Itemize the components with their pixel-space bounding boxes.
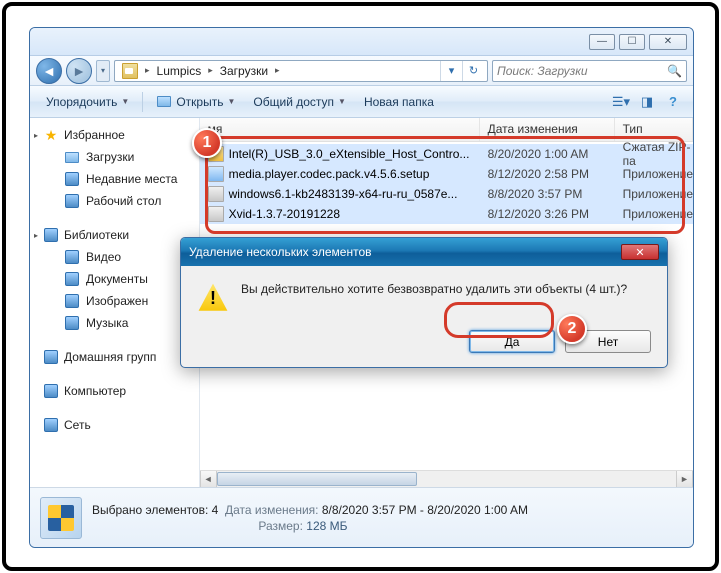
help-button[interactable]: ? [661,91,685,113]
dialog-title: Удаление нескольких элементов [189,245,372,259]
sidebar-libraries[interactable]: ▸Библиотеки [30,224,199,246]
file-row[interactable]: windows6.1-kb2483139-x64-ru-ru_0587e... 8… [200,184,693,204]
size-label: Размер: [258,519,303,533]
file-name: media.player.codec.pack.v4.5.6.setup [229,167,430,181]
file-date: 8/8/2020 3:57 PM [480,187,615,201]
breadcrumb-seg-1[interactable]: Lumpics [153,61,206,81]
details-pane: Выбрано элементов: 4 Дата изменения: 8/8… [30,487,693,547]
folder-icon [156,94,172,110]
open-button[interactable]: Открыть ▼ [148,91,243,113]
navigation-bar: ◄ ► ▾ ▸ Lumpics ▸ Загрузки ▸ ▾ ↻ Поиск: … [30,56,693,86]
sidebar-item-documents[interactable]: Документы [30,268,199,290]
file-row[interactable]: media.player.codec.pack.v4.5.6.setup 8/12… [200,164,693,184]
dialog-close-button[interactable]: ✕ [621,244,659,260]
sidebar-item-desktop[interactable]: Рабочий стол [30,190,199,212]
sidebar-favorites[interactable]: ▸★Избранное [30,124,199,146]
view-options-button[interactable]: ☰▾ [609,91,633,113]
file-date: 8/20/2020 1:00 AM [480,147,615,161]
scroll-right-button[interactable]: ► [676,471,693,487]
sidebar-computer[interactable]: ▸Компьютер [30,380,199,402]
file-name: Xvid-1.3.7-20191228 [229,207,340,221]
sidebar-item-videos[interactable]: Видео [30,246,199,268]
column-header-date[interactable]: Дата изменения [480,118,615,141]
dialog-titlebar[interactable]: Удаление нескольких элементов ✕ [181,238,667,266]
organize-button[interactable]: Упорядочить ▼ [38,92,137,112]
warning-icon [197,282,229,314]
window-close-button[interactable]: ✕ [649,34,687,50]
size-value: 128 МБ [306,519,347,533]
share-button[interactable]: Общий доступ ▼ [245,92,354,112]
maximize-button[interactable]: ☐ [619,34,645,50]
file-icon [208,186,224,202]
chevron-down-icon: ▼ [227,97,235,106]
folder-icon [122,63,138,79]
back-button[interactable]: ◄ [36,58,62,84]
search-placeholder: Поиск: Загрузки [497,64,588,78]
star-icon: ★ [43,127,59,143]
dialog-message: Вы действительно хотите безвозвратно уда… [241,282,627,296]
sidebar-item-downloads[interactable]: Загрузки [30,146,199,168]
sidebar-item-music[interactable]: Музыка [30,312,199,334]
file-date: 8/12/2020 3:26 PM [480,207,615,221]
column-header-type[interactable]: Тип [615,118,693,141]
forward-button[interactable]: ► [66,58,92,84]
yes-button[interactable]: Да [469,330,555,353]
date-modified-label: Дата изменения: [225,503,319,517]
sidebar-network[interactable]: ▸Сеть [30,414,199,436]
column-header-name[interactable]: мя [200,118,480,141]
file-type: Сжатая ZIP-па [615,140,693,168]
selected-count: Выбрано элементов: 4 [92,503,218,517]
scroll-left-button[interactable]: ◄ [200,471,217,487]
file-type: Приложение [615,187,693,201]
breadcrumb-seg-2[interactable]: Загрузки [216,61,272,81]
file-name: Intel(R)_USB_3.0_eXtensible_Host_Contro.… [229,147,470,161]
annotation-badge-1: 1 [192,128,222,158]
search-input[interactable]: Поиск: Загрузки 🔍 [492,60,687,82]
chevron-down-icon: ▼ [121,97,129,106]
refresh-button[interactable]: ↻ [462,61,484,81]
column-header-row: мя Дата изменения Тип [200,118,693,142]
chevron-right-icon[interactable]: ▸ [142,65,153,76]
preview-pane-button[interactable]: ◨ [635,91,659,113]
history-dropdown[interactable]: ▾ [96,60,110,82]
command-toolbar: Упорядочить ▼ Открыть ▼ Общий доступ ▼ Н… [30,86,693,118]
scroll-thumb[interactable] [217,472,417,486]
file-row[interactable]: Intel(R)_USB_3.0_eXtensible_Host_Contro.… [200,144,693,164]
file-icon [208,166,224,182]
file-icon [208,206,224,222]
sidebar-item-pictures[interactable]: Изображен [30,290,199,312]
chevron-right-icon[interactable]: ▸ [272,65,283,76]
chevron-down-icon: ▼ [338,97,346,106]
search-icon: 🔍 [667,64,682,78]
address-bar[interactable]: ▸ Lumpics ▸ Загрузки ▸ ▾ ↻ [114,60,488,82]
selection-icon [40,497,82,539]
file-date: 8/12/2020 2:58 PM [480,167,615,181]
file-name: windows6.1-kb2483139-x64-ru-ru_0587e... [229,187,458,201]
horizontal-scrollbar[interactable]: ◄ ► [200,470,693,487]
window-titlebar: — ☐ ✕ [30,28,693,56]
sidebar-item-recent[interactable]: Недавние места [30,168,199,190]
chevron-right-icon[interactable]: ▸ [205,65,216,76]
annotation-badge-2: 2 [557,314,587,344]
date-modified-value: 8/8/2020 3:57 PM - 8/20/2020 1:00 AM [322,503,528,517]
sidebar-homegroup[interactable]: ▸Домашняя групп [30,346,199,368]
file-type: Приложение [615,207,693,221]
navigation-pane: ▸★Избранное Загрузки Недавние места Рабо… [30,118,200,487]
file-type: Приложение [615,167,693,181]
file-row[interactable]: Xvid-1.3.7-20191228 8/12/2020 3:26 PMПрил… [200,204,693,224]
new-folder-button[interactable]: Новая папка [356,92,442,112]
addr-dropdown[interactable]: ▾ [440,61,462,81]
delete-confirmation-dialog: Удаление нескольких элементов ✕ Вы дейст… [180,237,668,368]
minimize-button[interactable]: — [589,34,615,50]
